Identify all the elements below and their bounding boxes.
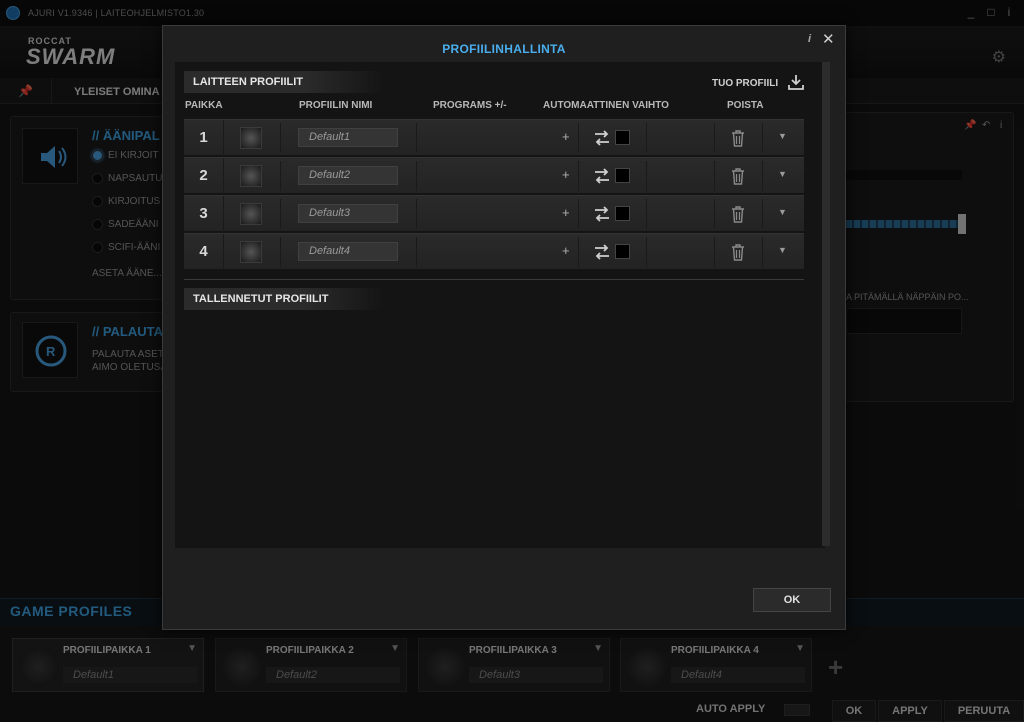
- divider: [578, 199, 579, 229]
- chevron-down-icon[interactable]: ▼: [778, 131, 787, 141]
- add-program-button[interactable]: +: [562, 167, 570, 182]
- divider: [762, 237, 763, 267]
- auto-switch-checkbox[interactable]: [615, 244, 630, 259]
- divider: [416, 123, 417, 153]
- swap-arrows-icon: [595, 168, 609, 184]
- auto-switch-checkbox[interactable]: [615, 206, 630, 221]
- swap-arrows-icon: [595, 206, 609, 222]
- divider: [578, 237, 579, 267]
- dialog-title: PROFIILINHALLINTA: [442, 42, 566, 56]
- profile-name-field[interactable]: Default4: [298, 242, 398, 261]
- auto-switch-checkbox[interactable]: [615, 130, 630, 145]
- profile-name-field[interactable]: Default3: [298, 204, 398, 223]
- add-program-button[interactable]: +: [562, 243, 570, 258]
- trash-icon[interactable]: [730, 167, 746, 185]
- device-profiles-header: LAITTEEN PROFIILIT: [184, 71, 384, 93]
- profile-slot-number: 1: [184, 120, 224, 156]
- swap-arrows-icon: [595, 244, 609, 260]
- section-divider: [184, 279, 804, 280]
- column-profile-name: PROFIILIN NIMI: [299, 100, 373, 111]
- divider: [416, 199, 417, 229]
- divider: [714, 199, 715, 229]
- divider: [280, 237, 281, 267]
- column-delete: POISTA: [727, 100, 764, 111]
- profile-row-2[interactable]: 2 Default2 + ▼: [184, 157, 804, 194]
- divider: [280, 161, 281, 191]
- profile-avatar-icon[interactable]: [240, 165, 262, 187]
- profile-name-field[interactable]: Default1: [298, 128, 398, 147]
- chevron-down-icon[interactable]: ▼: [778, 207, 787, 217]
- profile-row-1[interactable]: 1 Default1 + ▼: [184, 119, 804, 156]
- column-programs: PROGRAMS +/-: [433, 100, 507, 111]
- divider: [714, 123, 715, 153]
- import-profile-label[interactable]: TUO PROFIILI: [712, 78, 778, 89]
- dialog-scrollbar[interactable]: [822, 62, 830, 546]
- divider: [280, 199, 281, 229]
- add-program-button[interactable]: +: [562, 129, 570, 144]
- chevron-down-icon[interactable]: ▼: [778, 169, 787, 179]
- divider: [646, 237, 647, 267]
- divider: [646, 161, 647, 191]
- trash-icon[interactable]: [730, 243, 746, 261]
- trash-icon[interactable]: [730, 205, 746, 223]
- profile-avatar-icon[interactable]: [240, 241, 262, 263]
- trash-icon[interactable]: [730, 129, 746, 147]
- divider: [646, 123, 647, 153]
- divider: [714, 237, 715, 267]
- divider: [578, 161, 579, 191]
- divider: [646, 199, 647, 229]
- profile-manager-dialog: PROFIILINHALLINTA i ✕: [162, 25, 846, 630]
- divider: [714, 161, 715, 191]
- profile-slot-number: 2: [184, 158, 224, 194]
- divider: [762, 123, 763, 153]
- chevron-down-icon[interactable]: ▼: [778, 245, 787, 255]
- profile-slot-number: 4: [184, 234, 224, 270]
- download-icon[interactable]: [788, 74, 804, 90]
- profile-avatar-icon[interactable]: [240, 127, 262, 149]
- profile-name-field[interactable]: Default2: [298, 166, 398, 185]
- profile-slot-number: 3: [184, 196, 224, 232]
- profile-row-3[interactable]: 3 Default3 + ▼: [184, 195, 804, 232]
- add-program-button[interactable]: +: [562, 205, 570, 220]
- divider: [416, 161, 417, 191]
- divider: [578, 123, 579, 153]
- divider: [416, 237, 417, 267]
- auto-switch-checkbox[interactable]: [615, 168, 630, 183]
- info-icon[interactable]: i: [808, 33, 811, 45]
- saved-profiles-header: TALLENNETUT PROFIILIT: [184, 288, 384, 310]
- dialog-ok-button[interactable]: OK: [753, 588, 831, 612]
- column-slot: PAIKKA: [185, 100, 223, 111]
- swap-arrows-icon: [595, 130, 609, 146]
- column-auto-switch: AUTOMAATTINEN VAIHTO: [543, 100, 669, 111]
- divider: [280, 123, 281, 153]
- profile-avatar-icon[interactable]: [240, 203, 262, 225]
- divider: [762, 161, 763, 191]
- profile-row-4[interactable]: 4 Default4 + ▼: [184, 233, 804, 270]
- divider: [762, 199, 763, 229]
- close-icon[interactable]: ✕: [822, 30, 835, 48]
